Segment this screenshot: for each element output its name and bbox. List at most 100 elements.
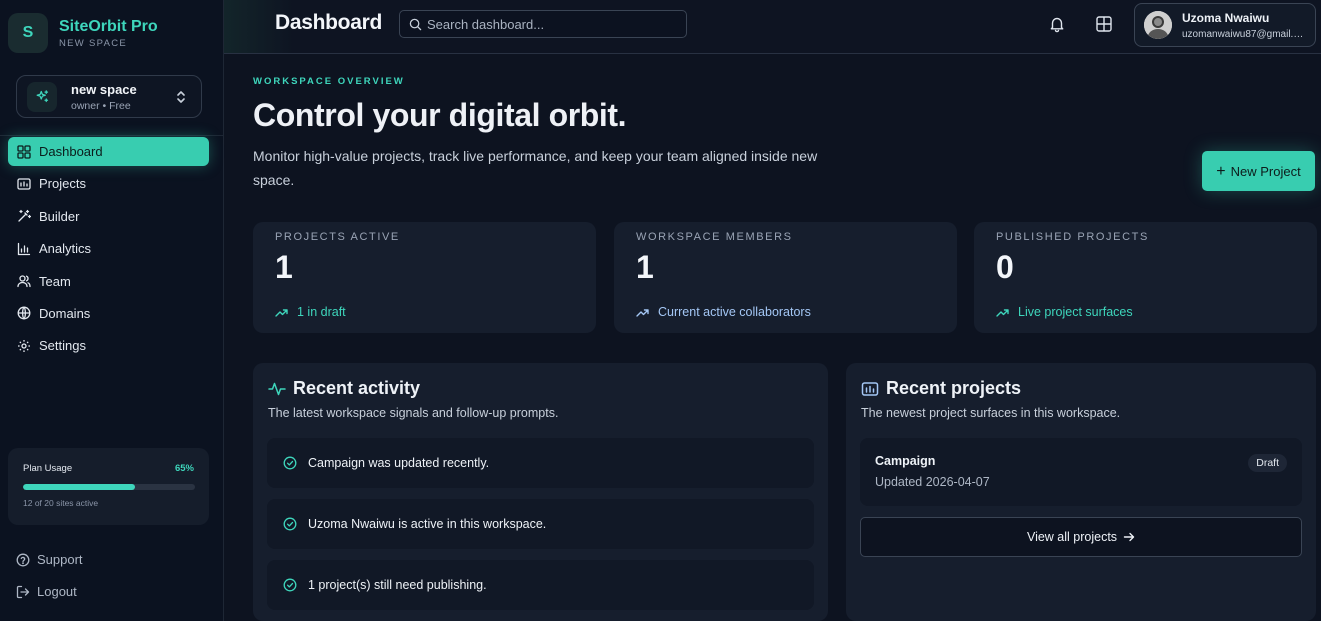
stat-card-workspace-members: WORKSPACE MEMBERS 1 Current active colla… — [614, 222, 957, 333]
stat-trend-text: 1 in draft — [297, 305, 346, 319]
panel-title: Recent projects — [861, 378, 1021, 399]
sidebar-item-label: Team — [39, 273, 71, 289]
sidebar-item-team[interactable]: Team — [8, 267, 209, 296]
plan-usage-label: Plan Usage — [23, 463, 73, 474]
apps-button[interactable] — [1095, 15, 1113, 33]
recent-activity-panel: Recent activity The latest workspace sig… — [253, 363, 828, 621]
search-icon — [409, 18, 422, 31]
help-circle-icon — [16, 553, 30, 567]
stat-card-published-projects: PUBLISHED PROJECTS 0 Live project surfac… — [974, 222, 1317, 333]
sparkles-icon — [27, 81, 57, 112]
stat-label: PROJECTS ACTIVE — [275, 231, 400, 243]
hero-headline: Control your digital orbit. — [253, 97, 627, 133]
stat-trend: Live project surfaces — [996, 305, 1133, 319]
project-card[interactable]: Campaign Updated 2026-04-07 Draft — [860, 438, 1302, 506]
chevrons-up-down-icon — [175, 90, 187, 104]
hero-description: Monitor high-value projects, track live … — [253, 148, 818, 188]
projects-icon — [17, 177, 31, 191]
trending-up-icon — [636, 308, 658, 317]
activity-text: Uzoma Nwaiwu is active in this workspace… — [308, 517, 547, 531]
sidebar-item-domains[interactable]: Domains — [8, 299, 209, 328]
view-all-label: View all projects — [1026, 530, 1118, 544]
sidebar-item-label: Domains — [39, 305, 91, 321]
user-menu[interactable]: Uzoma Nwaiwu uzomanwaiwu87@gmail.com — [1134, 3, 1316, 47]
plus-icon: + — [1216, 162, 1226, 180]
brand[interactable]: S SiteOrbit Pro NEW SPACE — [8, 13, 158, 53]
support-link[interactable]: Support — [16, 552, 83, 567]
activity-text: Campaign was updated recently. — [308, 456, 490, 470]
page-title: Dashboard — [275, 11, 382, 34]
stat-card-projects-active: PROJECTS ACTIVE 1 1 in draft — [253, 222, 596, 333]
project-updated: Updated 2026-04-07 — [875, 475, 990, 489]
workspace-name: new space — [71, 81, 137, 97]
activity-item: 1 project(s) still need publishing. — [267, 560, 814, 610]
support-label: Support — [37, 552, 83, 567]
sidebar-item-label: Projects — [39, 176, 86, 192]
plan-usage-card: Plan Usage 65% 12 of 20 sites active — [8, 448, 209, 525]
search-input[interactable] — [427, 16, 677, 32]
activity-icon — [268, 381, 293, 397]
section-eyebrow: WORKSPACE OVERVIEW — [253, 76, 405, 87]
sidebar-item-projects[interactable]: Projects — [8, 169, 209, 198]
check-circle-icon — [283, 578, 308, 592]
logout-label: Logout — [37, 584, 77, 599]
sidebar-item-label: Analytics — [39, 241, 92, 257]
plan-usage-bar — [23, 484, 195, 490]
search-box[interactable] — [399, 10, 687, 38]
brand-name: SiteOrbit Pro — [59, 18, 158, 35]
avatar — [1144, 11, 1172, 39]
analytics-icon — [17, 242, 31, 256]
stat-label: WORKSPACE MEMBERS — [636, 231, 793, 243]
grid-icon — [1095, 15, 1113, 33]
logout-icon — [16, 585, 30, 599]
sidebar-nav: Dashboard Projects Builder Analytics Tea… — [8, 137, 209, 364]
sidebar-item-label: Builder — [39, 208, 80, 224]
recent-activity-subtitle: The latest workspace signals and follow-… — [268, 406, 559, 420]
bell-icon — [1048, 15, 1066, 33]
panel-title: Recent activity — [268, 378, 420, 399]
check-circle-icon — [283, 517, 308, 531]
status-badge: Draft — [1248, 454, 1287, 472]
gear-icon — [17, 339, 31, 353]
stat-label: PUBLISHED PROJECTS — [996, 231, 1149, 243]
sidebar-item-label: Dashboard — [39, 144, 103, 159]
user-name: Uzoma Nwaiwu — [1182, 10, 1270, 25]
project-name: Campaign — [875, 454, 936, 468]
new-project-label: New Project — [1230, 163, 1301, 179]
sidebar-item-analytics[interactable]: Analytics — [8, 234, 209, 263]
arrow-right-icon — [1117, 531, 1135, 543]
notifications-button[interactable] — [1048, 15, 1066, 33]
activity-item: Uzoma Nwaiwu is active in this workspace… — [267, 499, 814, 549]
plan-usage-percent: 65% — [174, 463, 194, 474]
new-project-button[interactable]: + New Project — [1202, 151, 1315, 191]
sidebar-item-builder[interactable]: Builder — [8, 202, 209, 231]
stat-value: 1 — [636, 249, 654, 285]
sidebar-item-settings[interactable]: Settings — [8, 331, 209, 360]
top-header: Dashboard Uzoma Nwaiwu uzomanwaiwu87@gma… — [224, 0, 1321, 54]
sidebar: S SiteOrbit Pro NEW SPACE new space owne… — [0, 0, 224, 621]
user-email: uzomanwaiwu87@gmail.com — [1182, 28, 1308, 40]
activity-item: Campaign was updated recently. — [267, 438, 814, 488]
brand-subtitle: NEW SPACE — [59, 38, 128, 49]
sidebar-item-label: Settings — [39, 338, 86, 354]
plan-usage-note: 12 of 20 sites active — [23, 498, 99, 508]
check-circle-icon — [283, 456, 308, 470]
stat-trend: Current active collaborators — [636, 305, 811, 319]
sidebar-divider — [0, 135, 224, 136]
stat-value: 1 — [275, 249, 293, 285]
recent-activity-title: Recent activity — [293, 378, 421, 398]
view-all-projects-button[interactable]: View all projects — [860, 517, 1302, 557]
workspace-switcher[interactable]: new space owner • Free — [16, 75, 202, 118]
stat-trend: 1 in draft — [275, 305, 346, 319]
team-icon — [17, 274, 31, 288]
recent-projects-title: Recent projects — [886, 378, 1022, 398]
sidebar-item-dashboard[interactable]: Dashboard — [8, 137, 209, 166]
recent-projects-panel: Recent projects The newest project surfa… — [846, 363, 1316, 621]
stat-trend-text: Current active collaborators — [658, 305, 811, 319]
stat-trend-text: Live project surfaces — [1018, 305, 1133, 319]
workspace-role: owner • Free — [71, 99, 131, 112]
trending-up-icon — [996, 308, 1018, 317]
projects-icon — [861, 381, 886, 397]
logout-link[interactable]: Logout — [16, 584, 77, 599]
stat-value: 0 — [996, 249, 1014, 285]
